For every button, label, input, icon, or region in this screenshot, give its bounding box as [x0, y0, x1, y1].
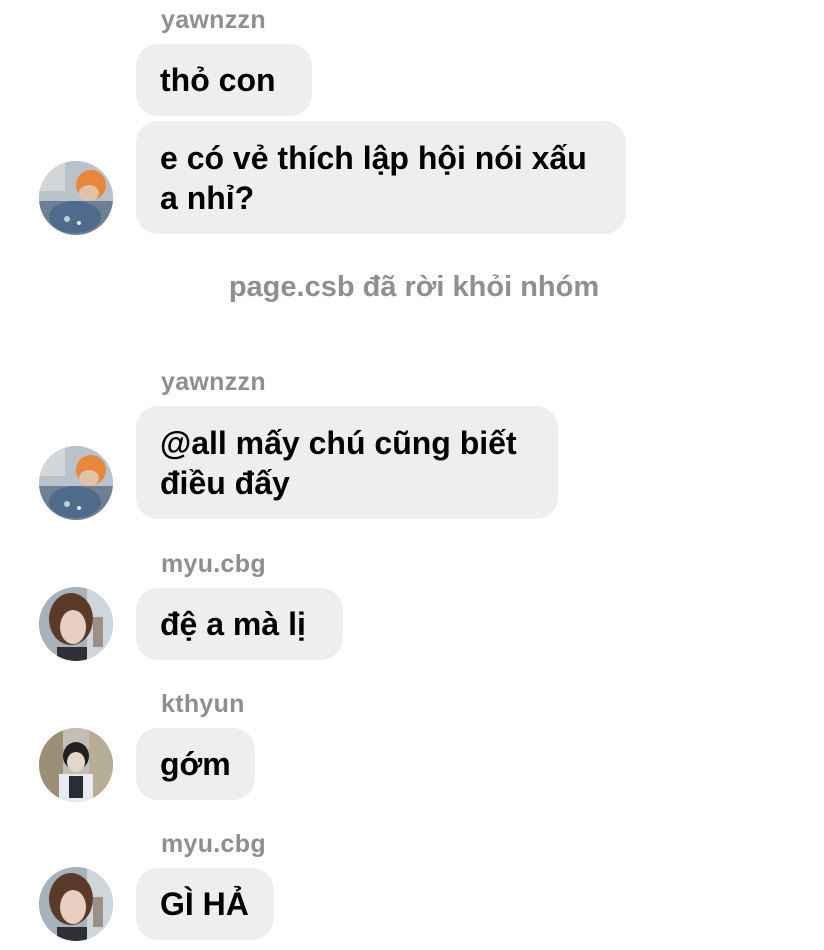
message-bubble[interactable]: @all mấy chú cũng biết điều đấy	[136, 406, 558, 519]
system-notice: page.csb đã rời khỏi nhóm	[228, 271, 600, 303]
sender-name-myu-cbg: myu.cbg	[161, 830, 266, 858]
sender-name-kthyun: kthyun	[161, 690, 245, 718]
sender-name-yawnzzn: yawnzzn	[161, 368, 266, 396]
message-text: thỏ con	[160, 62, 276, 98]
message-text: đệ a mà lị	[160, 606, 306, 642]
message-text: @all mấy chú cũng biết điều đấy	[160, 424, 517, 501]
dark-hair-avatar-icon[interactable]	[39, 728, 113, 802]
message-bubble[interactable]: GÌ HẢ	[136, 868, 274, 940]
message-text: gớm	[160, 746, 231, 782]
message-bubble[interactable]: e có vẻ thích lập hội nói xấu a nhỉ?	[136, 121, 626, 234]
message-bubble[interactable]: gớm	[136, 728, 255, 800]
orange-hair-avatar-icon[interactable]	[39, 161, 113, 235]
message-text: GÌ HẢ	[160, 886, 249, 922]
orange-hair-avatar-icon[interactable]	[39, 446, 113, 520]
message-text: e có vẻ thích lập hội nói xấu a nhỉ?	[160, 139, 587, 216]
sender-name-yawnzzn: yawnzzn	[161, 6, 266, 34]
sender-name-myu-cbg: myu.cbg	[161, 550, 266, 578]
message-bubble[interactable]: đệ a mà lị	[136, 588, 343, 660]
message-bubble[interactable]: thỏ con	[136, 44, 312, 116]
brown-hair-avatar-icon[interactable]	[39, 587, 113, 661]
brown-hair-avatar-icon[interactable]	[39, 867, 113, 941]
